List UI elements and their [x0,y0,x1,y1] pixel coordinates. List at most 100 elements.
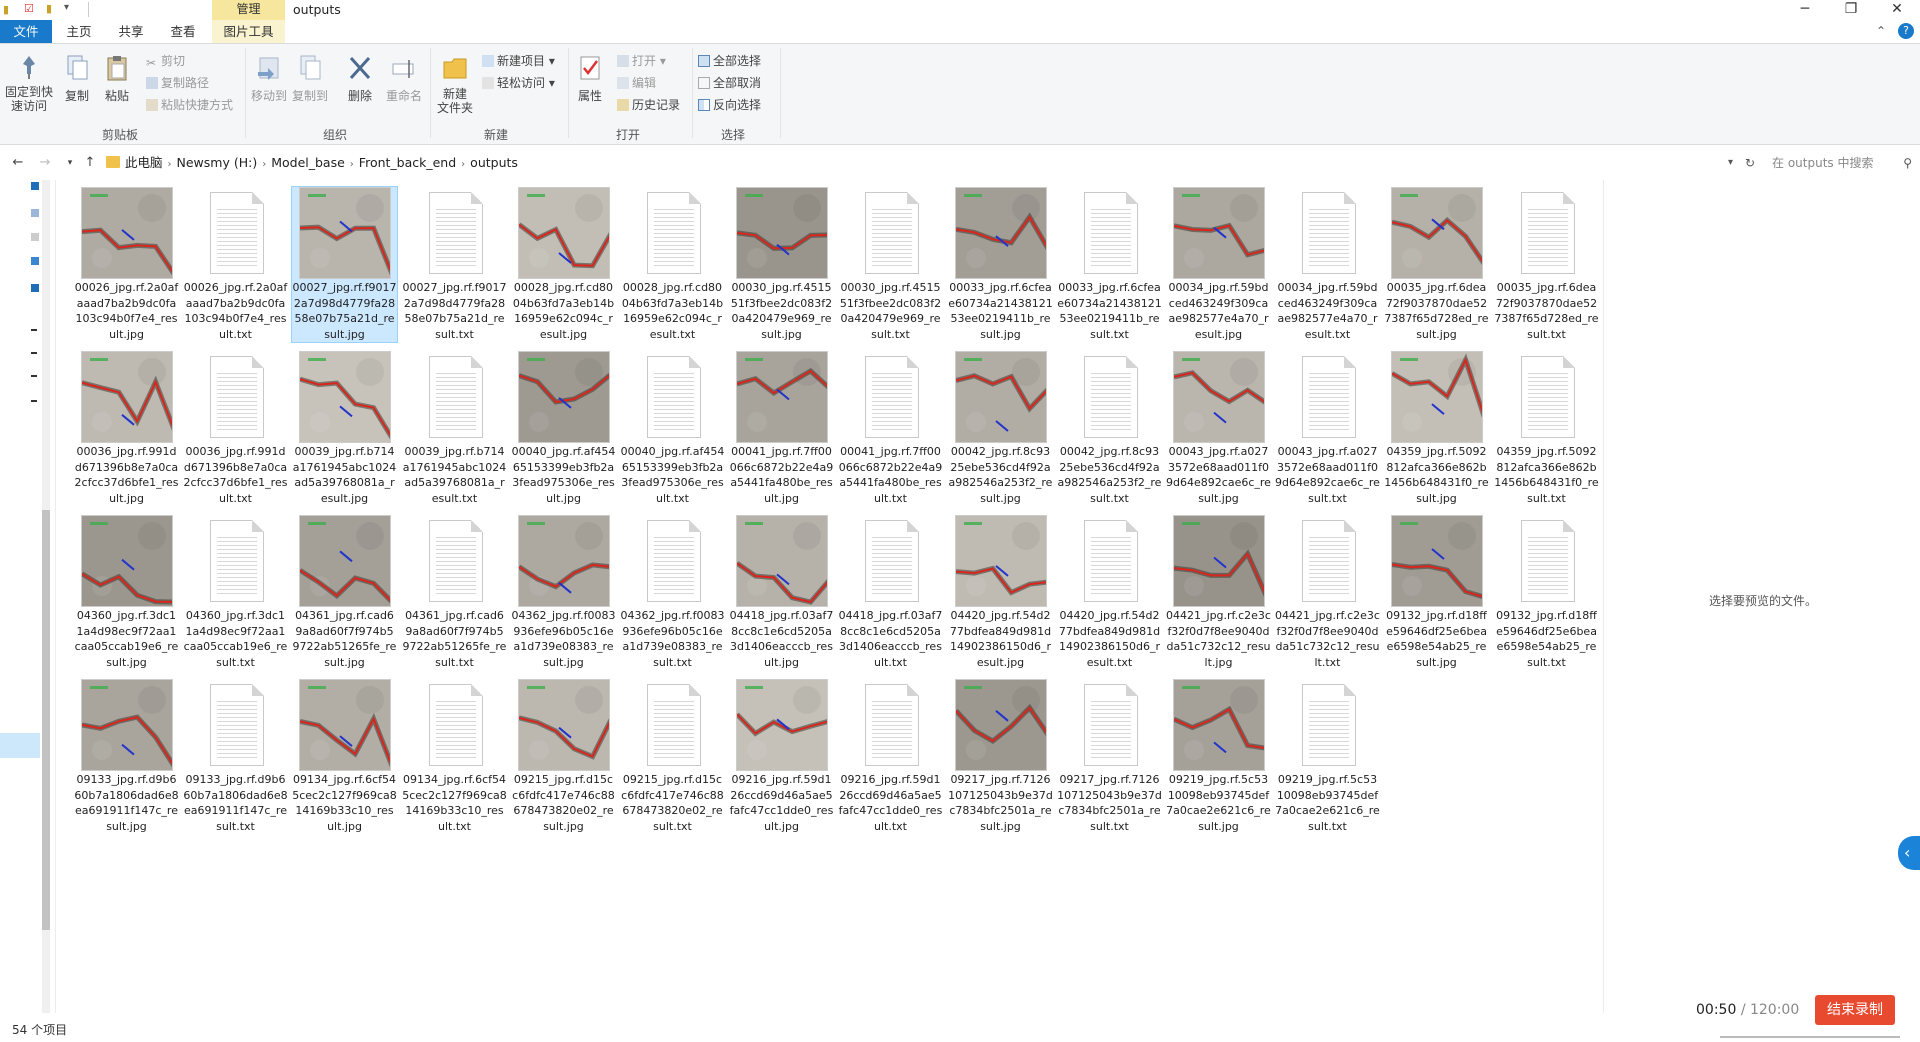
nav-item-icon[interactable] [31,329,37,331]
file-item-image[interactable]: 00033_jpg.rf.6cfeae60734a2143812153ee021… [948,187,1053,342]
file-item-text[interactable]: 04421_jpg.rf.c2e3cf32f0d7f8ee9040dda51c7… [1275,515,1380,670]
copy-button[interactable]: 复制 [60,54,94,104]
file-item-image[interactable]: 04361_jpg.rf.cad69a8ad60f7f974b59722ab51… [292,515,397,670]
file-item-text[interactable]: 04418_jpg.rf.03af78cc8c1e6cd5205a3d1406e… [838,515,943,670]
history-button[interactable]: 历史记录 [617,95,680,115]
nav-scrollbar-thumb[interactable] [42,510,50,930]
refresh-icon[interactable]: ↻ [1745,151,1755,175]
file-item-image[interactable]: 04362_jpg.rf.f0083936efe96b05c16ea1d739e… [511,515,616,670]
file-item-text[interactable]: 00043_jpg.rf.a0273572e68aad011f09d64e892… [1275,351,1380,506]
file-item-text[interactable]: 09217_jpg.rf.7126107125043b9e37dc7834bfc… [1057,679,1162,834]
restore-icon[interactable]: ❐ [1828,0,1874,20]
copy-to-button[interactable]: 复制到 [290,54,330,104]
file-item-text[interactable]: 00040_jpg.rf.af45465153399eb3fb2a3fead97… [620,351,725,506]
help-icon[interactable]: ? [1898,23,1914,39]
recent-locations-icon[interactable]: ▾ [60,151,80,175]
file-item-image[interactable]: 00036_jpg.rf.991dd671396b8e7a0ca2cfcc37d… [74,351,179,506]
back-icon[interactable]: ← [8,151,28,175]
crumb-model-base[interactable]: Model_base [271,155,345,170]
file-item-image[interactable]: 00034_jpg.rf.59bdced463249f309caae982577… [1166,187,1271,342]
stop-recording-button[interactable]: 结束录制 [1815,995,1895,1025]
file-list[interactable]: 00026_jpg.rf.2a0afaaad7ba2b9dc0fa103c94b… [74,186,1604,1007]
address-dropdown-icon[interactable]: ▾ [1728,151,1733,175]
file-item-text[interactable]: 04362_jpg.rf.f0083936efe96b05c16ea1d739e… [620,515,725,670]
minimize-icon[interactable]: ─ [1782,0,1828,20]
breadcrumb[interactable]: 此电脑 › Newsmy (H:) › Model_base › Front_back_en… [125,151,518,177]
navigation-pane[interactable] [0,180,56,1013]
crumb-front-back-end[interactable]: Front_back_end [359,155,456,170]
crumb-drive[interactable]: Newsmy (H:) [177,155,258,170]
file-item-image[interactable]: 09134_jpg.rf.6cf545cec2c127f969ca814169b… [292,679,397,834]
pin-quick-access-button[interactable]: 固定到快 速访问 [4,54,54,113]
file-item-text[interactable]: 00039_jpg.rf.b714a1761945abc1024ad5a3976… [402,351,507,506]
file-item-image[interactable]: 04360_jpg.rf.3dc11a4d98ec9f72aa1caa05cca… [74,515,179,670]
file-item-text[interactable]: 00030_jpg.rf.451551f3fbee2dc083f20a42047… [838,187,943,342]
file-item-image[interactable]: 00040_jpg.rf.af45465153399eb3fb2a3fead97… [511,351,616,506]
nav-item-icon[interactable] [31,400,37,402]
file-item-text[interactable]: 00036_jpg.rf.991dd671396b8e7a0ca2cfcc37d… [183,351,288,506]
edit-button[interactable]: 编辑 [617,73,656,93]
new-folder-button[interactable]: 新建 文件夹 [434,54,476,115]
file-item-text[interactable]: 00027_jpg.rf.f90172a7d98d4779fa2858e07b7… [402,187,507,342]
file-item-image[interactable]: 09216_jpg.rf.59d126ccd69d46a5ae5fafc47cc… [729,679,834,834]
file-item-image[interactable]: 00042_jpg.rf.8c9325ebe536cd4f92aa982546a… [948,351,1053,506]
tab-file[interactable]: 文件 [0,20,52,43]
properties-button[interactable]: 属性 [572,54,608,104]
file-item-image[interactable]: 09215_jpg.rf.d15cc6fdfc417e746c886784738… [511,679,616,834]
file-item-image[interactable]: 00027_jpg.rf.f90172a7d98d4779fa2858e07b7… [291,186,398,343]
new-item-button[interactable]: 新建项目 ▾ [482,51,555,71]
search-input[interactable]: 在 outputs 中搜索 ⚲ [1766,151,1916,175]
move-to-button[interactable]: 移动到 [249,54,289,104]
tab-picture-tools[interactable]: 图片工具 [212,20,285,43]
nav-item-icon[interactable] [31,209,39,217]
nav-selected-item[interactable] [0,733,40,758]
nav-item-icon[interactable] [31,352,37,354]
file-item-text[interactable]: 00028_jpg.rf.cd8004b63fd7a3eb14b16959e62… [620,187,725,342]
select-all-button[interactable]: 全部选择 [698,51,761,71]
nav-item-icon[interactable] [31,284,39,292]
open-button[interactable]: 打开 ▾ [617,51,666,71]
file-item-text[interactable]: 04420_jpg.rf.54d277bdfea849d981d14902386… [1057,515,1162,670]
properties-qa-icon[interactable]: ☑ [24,2,34,15]
tab-view[interactable]: 查看 [162,20,204,43]
cut-button[interactable]: ✂ 剪切 [146,51,185,71]
new-folder-qa-icon[interactable]: ▮ [46,2,52,15]
file-item-text[interactable]: 00041_jpg.rf.7ff00066c6872b22e4a9a5441fa… [838,351,943,506]
file-item-text[interactable]: 09219_jpg.rf.5c5310098eb93745def7a0cae2e… [1275,679,1380,834]
rename-button[interactable]: 重命名 [382,54,426,104]
chevron-left-icon[interactable]: ‹ [1898,836,1920,870]
file-item-text[interactable]: 09216_jpg.rf.59d126ccd69d46a5ae5fafc47cc… [838,679,943,834]
file-item-text[interactable]: 09133_jpg.rf.d9b660b7a1806dad6e8ea691911… [183,679,288,834]
paste-button[interactable]: 粘贴 [100,54,134,104]
copy-path-button[interactable]: 复制路径 [146,73,209,93]
file-item-text[interactable]: 04361_jpg.rf.cad69a8ad60f7f974b59722ab51… [402,515,507,670]
file-item-image[interactable]: 00043_jpg.rf.a0273572e68aad011f09d64e892… [1166,351,1271,506]
collapse-ribbon-icon[interactable]: ⌃ [1876,24,1886,38]
nav-item-icon[interactable] [31,257,39,265]
file-item-image[interactable]: 04418_jpg.rf.03af78cc8c1e6cd5205a3d1406e… [729,515,834,670]
easy-access-button[interactable]: 轻松访问 ▾ [482,73,555,93]
tab-share[interactable]: 共享 [110,20,152,43]
customize-qa-icon[interactable]: ▾ [64,2,69,13]
file-item-image[interactable]: 00039_jpg.rf.b714a1761945abc1024ad5a3976… [292,351,397,506]
file-item-text[interactable]: 04360_jpg.rf.3dc11a4d98ec9f72aa1caa05cca… [183,515,288,670]
file-item-image[interactable]: 09219_jpg.rf.5c5310098eb93745def7a0cae2e… [1166,679,1271,834]
crumb-this-pc[interactable]: 此电脑 [125,155,163,170]
file-item-text[interactable]: 00026_jpg.rf.2a0afaaad7ba2b9dc0fa103c94b… [183,187,288,342]
file-item-image[interactable]: 04420_jpg.rf.54d277bdfea849d981d14902386… [948,515,1053,670]
nav-item-icon[interactable] [31,375,37,377]
file-item-image[interactable]: 00041_jpg.rf.7ff00066c6872b22e4a9a5441fa… [729,351,834,506]
invert-selection-button[interactable]: 反向选择 [698,95,761,115]
file-item-text[interactable]: 09132_jpg.rf.d18ffe59646df25e6beae6598e5… [1494,515,1599,670]
file-item-image[interactable]: 00030_jpg.rf.451551f3fbee2dc083f20a42047… [729,187,834,342]
file-item-image[interactable]: 00026_jpg.rf.2a0afaaad7ba2b9dc0fa103c94b… [74,187,179,342]
crumb-outputs[interactable]: outputs [470,155,518,170]
file-item-text[interactable]: 00034_jpg.rf.59bdced463249f309caae982577… [1275,187,1380,342]
file-item-image[interactable]: 04421_jpg.rf.c2e3cf32f0d7f8ee9040dda51c7… [1166,515,1271,670]
nav-item-icon[interactable] [31,182,39,190]
file-item-text[interactable]: 00033_jpg.rf.6cfeae60734a2143812153ee021… [1057,187,1162,342]
file-item-image[interactable]: 04359_jpg.rf.5092812afca366e862b1456b648… [1384,351,1489,506]
file-item-text[interactable]: 09134_jpg.rf.6cf545cec2c127f969ca814169b… [402,679,507,834]
file-item-text[interactable]: 00035_jpg.rf.6dea72f9037870dae527387f65d… [1494,187,1599,342]
file-item-text[interactable]: 09215_jpg.rf.d15cc6fdfc417e746c886784738… [620,679,725,834]
